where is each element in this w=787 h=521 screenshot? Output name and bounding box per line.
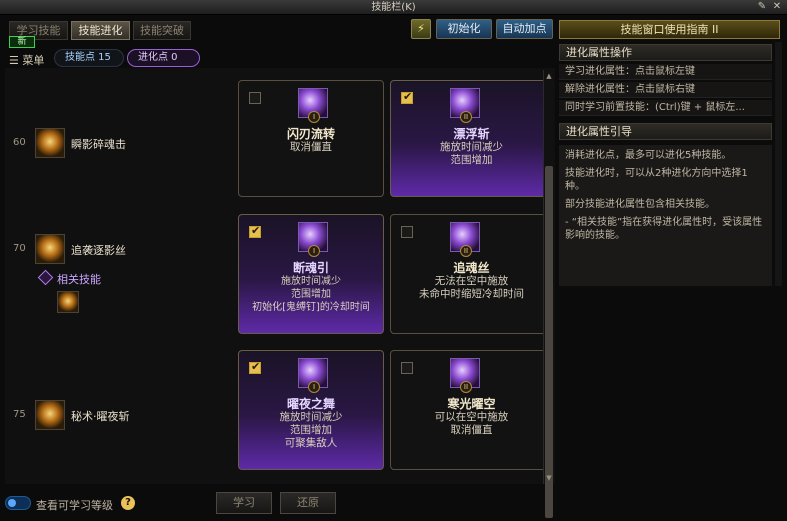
guide-paragraph: 技能进化时，可以从2种进化方向中选择1种。: [565, 168, 748, 192]
related-skill-label: 相关技能: [57, 273, 101, 286]
skill-level: 70: [13, 243, 26, 254]
evolution-desc: 施放时间减少 范围增加: [440, 141, 503, 166]
guide-paragraph: - “相关技能”指在获得进化属性时，受该属性影响的技能。: [565, 217, 763, 241]
window-title: 技能栏(K): [371, 2, 416, 13]
scroll-thumb[interactable]: [545, 166, 553, 518]
evolution-title: 寒光曜空: [447, 397, 496, 411]
reset-button[interactable]: 初始化: [436, 19, 492, 39]
skill-icon[interactable]: [35, 128, 65, 158]
scroll-down-icon[interactable]: ▼: [544, 473, 554, 483]
close-icon[interactable]: ✕: [771, 1, 783, 13]
help-icon[interactable]: ?: [121, 496, 135, 510]
evolution-desc: 施放时间减少 范围增加 可聚集敌人: [279, 411, 343, 449]
guide-paragraph: 消耗进化点，最多可以进化5种技能。: [565, 150, 732, 161]
toggle-label: 查看可学习等级: [36, 499, 113, 512]
evolution-card[interactable]: II 寒光曜空 可以在空中施放 取消僵直: [390, 350, 553, 470]
evolution-points-badge: 进化点 0: [127, 49, 200, 67]
evolution-desc: 施放时间减少 范围增加 初始化[鬼缚钉]的冷却时间: [252, 276, 370, 313]
evolution-desc: 无法在空中施放 未命中时缩短冷却时间: [419, 275, 524, 300]
evolution-checkbox[interactable]: [401, 226, 413, 238]
guide-section-operations: 进化属性操作: [559, 44, 772, 61]
new-badge: 新: [9, 36, 35, 48]
related-skill-thumbnail[interactable]: [57, 291, 79, 313]
evolution-tier-badge: I: [308, 111, 320, 123]
evolution-desc: 可以在空中施放 取消僵直: [434, 411, 509, 436]
guide-panel: 技能窗口使用指南 II 进化属性操作 学习进化属性：点击鼠标左键 解除进化属性：…: [559, 18, 782, 286]
show-learnable-level-toggle[interactable]: [5, 496, 31, 510]
evolution-tier-badge: I: [308, 381, 320, 393]
guide-row: 同时学习前置技能：(Ctrl)键 + 鼠标左...: [559, 100, 772, 116]
skill-name: 秘术·曜夜斩: [71, 410, 130, 423]
skill-points-badge: 技能点 15: [54, 49, 124, 67]
evolution-card[interactable]: I 曜夜之舞 施放时间减少 范围增加 可聚集敌人: [238, 350, 384, 470]
evolution-title: 漂浮斩: [453, 127, 490, 141]
evolution-card[interactable]: II 追魂丝 无法在空中施放 未命中时缩短冷却时间: [390, 214, 553, 334]
evolution-title: 曜夜之舞: [286, 397, 335, 411]
evolution-desc: 取消僵直: [290, 141, 332, 153]
evolution-title: 闪刃流转: [286, 127, 335, 141]
evolution-checkbox[interactable]: [249, 92, 261, 104]
guide-title: 技能窗口使用指南 II: [559, 20, 780, 39]
guide-row: 学习进化属性：点击鼠标左键: [559, 64, 772, 80]
revert-button[interactable]: 还原: [280, 492, 336, 514]
window-title-bar: 技能栏(K) ✎ ✕: [0, 0, 787, 15]
tab-skill-evolution[interactable]: 技能进化: [71, 21, 130, 40]
guide-scrollbar[interactable]: [775, 42, 782, 286]
preset-button[interactable]: ⚡: [411, 19, 431, 39]
evolution-checkbox[interactable]: [249, 360, 261, 374]
list-scrollbar[interactable]: ▲ ▼: [543, 70, 554, 518]
guide-description: 消耗进化点，最多可以进化5种技能。 技能进化时，可以从2种进化方向中选择1种。 …: [559, 145, 772, 286]
guide-section-guidance: 进化属性引导: [559, 123, 772, 140]
evolution-card[interactable]: I 断魂引 施放时间减少 范围增加 初始化[鬼缚钉]的冷却时间: [238, 214, 384, 334]
skill-icon[interactable]: [35, 234, 65, 264]
evolution-checkbox[interactable]: [401, 90, 413, 104]
evolution-title: 追魂丝: [453, 261, 490, 275]
skill-level: 75: [13, 409, 26, 420]
evolution-tier-badge: I: [308, 245, 320, 257]
tab-skill-breakthrough[interactable]: 技能突破: [133, 21, 191, 40]
evolution-card[interactable]: I 闪刃流转 取消僵直: [238, 80, 384, 197]
evolution-tier-badge: II: [460, 111, 472, 123]
evolution-checkbox[interactable]: [401, 362, 413, 374]
evolution-card[interactable]: II 漂浮斩 施放时间减少 范围增加: [390, 80, 553, 197]
auto-assign-button[interactable]: 自动加点: [496, 19, 553, 39]
guide-row: 解除进化属性：点击鼠标右键: [559, 82, 772, 98]
evolution-tier-badge: II: [460, 381, 472, 393]
guide-paragraph: 部分技能进化属性包含相关技能。: [565, 199, 715, 210]
menu-button[interactable]: ☰ 菜单: [9, 52, 44, 68]
learn-button[interactable]: 学习: [216, 492, 272, 514]
skill-icon[interactable]: [35, 400, 65, 430]
evolution-tier-badge: II: [460, 245, 472, 257]
lightning-icon: ⚡: [417, 22, 425, 35]
scroll-up-icon[interactable]: ▲: [544, 71, 554, 81]
menu-icon: ☰: [9, 54, 19, 67]
skill-name: 瞬影碎魂击: [71, 138, 126, 151]
pin-icon[interactable]: ✎: [756, 1, 768, 13]
skill-level: 60: [13, 137, 26, 148]
evolution-checkbox[interactable]: [249, 224, 261, 238]
skill-name: 追袭逐影丝: [71, 244, 126, 257]
evolution-title: 断魂引: [292, 261, 329, 275]
